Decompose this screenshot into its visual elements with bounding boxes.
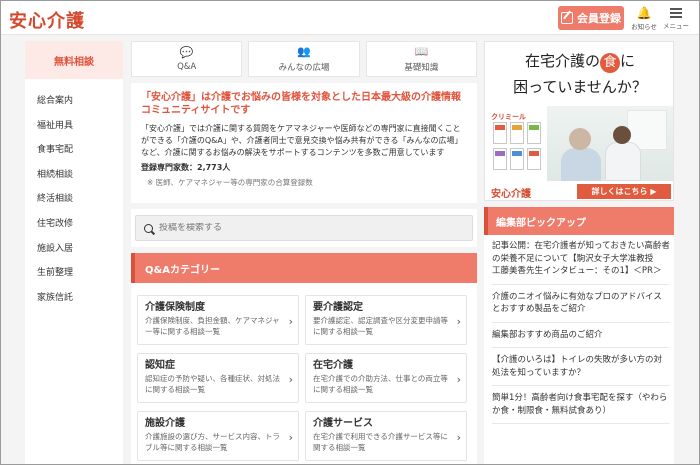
- editor-pick-item[interactable]: 介護のニオイ悩みに有効なプロのアドバイスとおすすめ製品をご紹介: [492, 285, 670, 323]
- tab-qa-label: Q&A: [177, 61, 197, 72]
- chevron-right-icon: ›: [288, 373, 293, 386]
- ad-headline-line1: 在宅介護の食に: [485, 50, 673, 73]
- editor-pick-item[interactable]: 簡単1分！高齢者向け食事宅配を探す（やわらか食・制限食・無料試食あり）: [492, 386, 670, 424]
- tab-basics[interactable]: 📖 基礎知識: [365, 41, 477, 77]
- product-pack: [493, 122, 507, 144]
- sidebar: 無料相談 総合案内 福祉用具 食事宅配 相続相談 終活相談 住宅改修 施設入居 …: [25, 41, 123, 464]
- ad-logo: 安心介護: [491, 189, 531, 200]
- category-name: 要介護認定: [313, 302, 363, 313]
- category-name: 介護保険制度: [145, 302, 205, 313]
- category-card-care-insurance[interactable]: 介護保険制度 介護保険制度、負担金額、ケアマネジャー等に関する相談一覧 ›: [137, 295, 299, 345]
- editor-picks-title: 編集部ピックアップ: [484, 207, 674, 235]
- sidebar-item-meal-delivery[interactable]: 食事宅配: [37, 138, 123, 163]
- qa-category-title: Q&Aカテゴリー: [131, 253, 477, 283]
- product-pack: [527, 122, 541, 144]
- category-name: 認知症: [145, 360, 175, 371]
- intro-body: 「安心介護」では介護に関する質問をケアマネジャーや医師などの専門家に直接聞くこと…: [141, 124, 463, 157]
- ad-product-image: [493, 122, 547, 174]
- category-desc: 要介護認定、認定調査や区分変更申請等に関する相談一覧: [313, 316, 448, 336]
- tab-community[interactable]: 👥 みんなの広場: [248, 41, 360, 77]
- editor-pick-item[interactable]: 【介護のいろは】トイレの失敗が多い方の対処法を知っていますか？: [492, 348, 670, 386]
- sidebar-item-end-of-life[interactable]: 終活相談: [37, 187, 123, 212]
- search-box[interactable]: [135, 215, 473, 241]
- book-icon: 📖: [414, 44, 429, 58]
- people-icon: 👥: [297, 44, 311, 58]
- category-desc: 在宅介護での介助方法、仕事との両立等に関する相談一覧: [313, 374, 448, 394]
- chevron-right-icon: ›: [288, 315, 293, 328]
- main-content: 💬 Q&A 👥 みんなの広場 📖 基礎知識 「安心介護」は介護でお悩みの皆様を対…: [131, 41, 477, 464]
- hamburger-icon: [670, 8, 682, 18]
- sidebar-head-free-consult[interactable]: 無料相談: [25, 41, 123, 79]
- category-card-dementia[interactable]: 認知症 認知症の予防や疑い、各種症状、対処法に関する相談一覧 ›: [137, 353, 299, 403]
- page-frame: 安心介護 会員登録 🔔 お知らせ メニュー 無料相談 総合案内 福祉用具 食事宅…: [0, 0, 700, 465]
- category-desc: 認知症の予防や疑い、各種症状、対処法に関する相談一覧: [145, 374, 280, 394]
- expert-count: 登録専門家数：2,773人: [141, 163, 231, 172]
- register-button[interactable]: 会員登録: [558, 6, 624, 30]
- sidebar-item-inheritance[interactable]: 相続相談: [37, 163, 123, 188]
- ad-photo: [547, 106, 673, 181]
- register-label: 会員登録: [577, 12, 621, 25]
- chevron-right-icon: ›: [456, 315, 461, 328]
- category-desc: 在宅介護で利用できる介護サービス等に関する相談一覧: [313, 432, 448, 452]
- ad-line1-pre: 在宅介護の: [524, 52, 600, 70]
- product-pack: [510, 122, 524, 144]
- menu-label: メニュー: [663, 22, 689, 30]
- category-card-care-certification[interactable]: 要介護認定 要介護認定、認定調査や区分変更申請等に関する相談一覧 ›: [305, 295, 467, 345]
- qa-category-grid: 介護保険制度 介護保険制度、負担金額、ケアマネジャー等に関する相談一覧 › 要介…: [131, 283, 477, 461]
- site-header: 安心介護 会員登録 🔔 お知らせ メニュー: [1, 1, 699, 35]
- category-card-facility-care[interactable]: 施設介護 介護施設の選び方、サービス内容、トラブル等に関する相談一覧 ›: [137, 411, 299, 461]
- intro-panel: 「安心介護」は介護でお悩みの皆様を対象とした日本最大級の介護情報コミュニティサイ…: [131, 83, 477, 203]
- notifications-button[interactable]: 🔔 お知らせ: [629, 6, 659, 32]
- ad-footer: 安心介護 詳しくはこちら ▶: [485, 181, 673, 200]
- chevron-right-icon: ›: [288, 431, 293, 444]
- qa-category-panel: Q&Aカテゴリー 介護保険制度 介護保険制度、負担金額、ケアマネジャー等に関する…: [131, 253, 477, 464]
- sidebar-item-belongings[interactable]: 生前整理: [37, 261, 123, 286]
- search-panel: [131, 209, 477, 247]
- sidebar-item-family-trust[interactable]: 家族信託: [37, 286, 123, 311]
- ad-cta-button[interactable]: 詳しくはこちら ▶: [577, 184, 671, 199]
- category-card-care-services[interactable]: 介護サービス 在宅介護で利用できる介護サービス等に関する相談一覧 ›: [305, 411, 467, 461]
- site-logo[interactable]: 安心介護: [9, 7, 85, 33]
- expert-count-note: ※ 医師、ケアマネジャー等の専門家の合算登録数: [147, 178, 313, 187]
- category-name: 介護サービス: [313, 418, 373, 429]
- sidebar-item-facility[interactable]: 施設入居: [37, 237, 123, 262]
- ad-product-brand: クリミール: [491, 113, 526, 121]
- category-desc: 介護保険制度、負担金額、ケアマネジャー等に関する相談一覧: [145, 316, 280, 336]
- product-pack: [493, 148, 507, 170]
- tab-qa[interactable]: 💬 Q&A: [131, 41, 243, 77]
- category-name: 施設介護: [145, 418, 185, 429]
- product-pack: [527, 148, 541, 170]
- sidebar-item-welfare-equipment[interactable]: 福祉用具: [37, 114, 123, 139]
- category-desc: 介護施設の選び方、サービス内容、トラブル等に関する相談一覧: [145, 432, 280, 452]
- product-pack: [510, 148, 524, 170]
- ad-banner[interactable]: 在宅介護の食に 困っていませんか？ クリミール 安心介護 詳しくはこちら ▶: [484, 41, 674, 201]
- content-tabs: 💬 Q&A 👥 みんなの広場 📖 基礎知識: [131, 41, 477, 77]
- sidebar-item-home-renovation[interactable]: 住宅改修: [37, 212, 123, 237]
- chat-bubbles-icon: 💬: [179, 45, 194, 59]
- bell-icon: 🔔: [636, 6, 652, 20]
- editor-pick-item[interactable]: 記事公開：在宅介護者が知っておきたい高齢者の栄養不足について【駒沢女子大学准教授…: [492, 235, 670, 285]
- chevron-right-icon: ›: [456, 431, 461, 444]
- search-icon: [144, 223, 153, 233]
- pen-icon: [561, 12, 573, 24]
- sidebar-item-general[interactable]: 総合案内: [37, 89, 123, 114]
- editor-picks-list: 記事公開：在宅介護者が知っておきたい高齢者の栄養不足について【駒沢女子大学准教授…: [484, 235, 674, 424]
- editor-pick-item[interactable]: 編集部おすすめ商品のご紹介: [492, 323, 670, 348]
- ad-headline-line2: 困っていませんか？: [513, 78, 647, 96]
- tab-community-label: みんなの広場: [278, 62, 330, 73]
- category-name: 在宅介護: [313, 360, 353, 371]
- notifications-label: お知らせ: [631, 23, 657, 31]
- tab-basics-label: 基礎知識: [404, 62, 439, 73]
- chevron-right-icon: ›: [456, 373, 461, 386]
- intro-title: 「安心介護」は介護でお悩みの皆様を対象とした日本最大級の介護情報コミュニティサイ…: [141, 92, 461, 116]
- ad-food-mark: 食: [600, 53, 620, 73]
- menu-button[interactable]: メニュー: [661, 6, 691, 32]
- category-card-home-care[interactable]: 在宅介護 在宅介護での介助方法、仕事との両立等に関する相談一覧 ›: [305, 353, 467, 403]
- sidebar-list: 総合案内 福祉用具 食事宅配 相続相談 終活相談 住宅改修 施設入居 生前整理 …: [25, 79, 123, 310]
- right-column: 在宅介護の食に 困っていませんか？ クリミール 安心介護 詳しくはこちら ▶ 編…: [484, 41, 674, 464]
- ad-line1-post: に: [620, 52, 636, 70]
- search-input[interactable]: [159, 223, 439, 233]
- editor-picks-panel: 編集部ピックアップ 記事公開：在宅介護者が知っておきたい高齢者の栄養不足について…: [484, 207, 674, 464]
